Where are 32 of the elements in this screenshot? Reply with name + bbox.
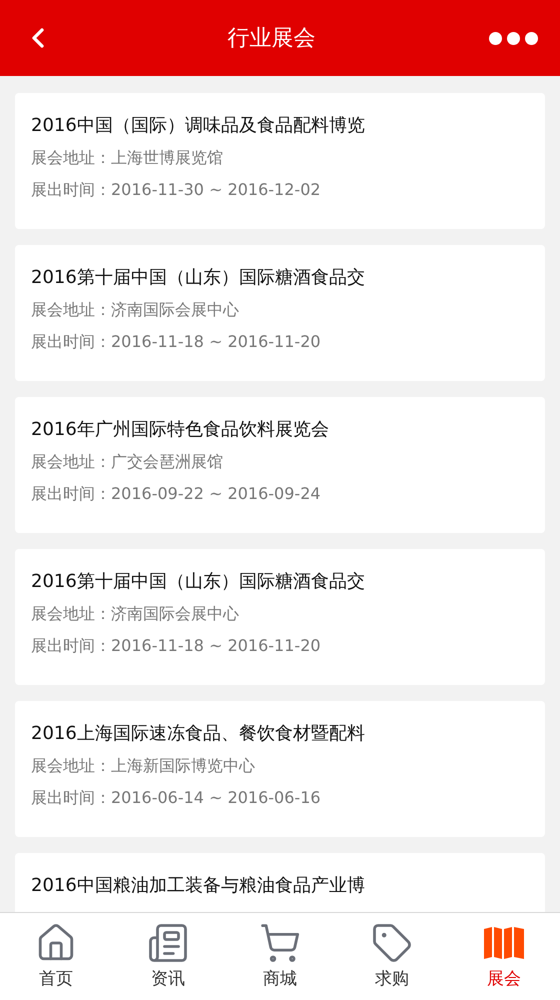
exhibition-time: 展出时间：2016-11-30 ~ 2016-12-02 — [31, 179, 322, 201]
page-title: 行业展会 — [228, 24, 316, 52]
nav-tab[interactable]: 商城 — [224, 913, 336, 1000]
exhibition-card[interactable]: 2016中国粮油加工装备与粮油食品产业博 — [15, 853, 545, 912]
nav-tab[interactable]: 求购 — [336, 913, 448, 1000]
exhibition-address: 展会地址：济南国际会展中心 — [31, 299, 240, 321]
exhibition-time: 展出时间：2016-11-18 ~ 2016-11-20 — [31, 635, 322, 657]
exhibition-time: 展出时间：2016-09-22 ~ 2016-09-24 — [31, 483, 322, 505]
exhibition-title: 2016中国（国际）调味品及食品配料博览 — [31, 114, 366, 138]
exhibition-address: 展会地址：上海新国际博览中心 — [31, 755, 256, 777]
exhibition-card[interactable]: 2016年广州国际特色食品饮料展览会 展会地址：广交会琶洲展馆 展出时间：2016-09-22 ~ 2016-09-24 — [15, 397, 545, 533]
cart-icon — [259, 922, 301, 964]
exhibition-card[interactable]: 2016中国（国际）调味品及食品配料博览 展会地址：上海世博展览馆 展出时间：2016-11-30 ~ 2016-12-02 — [15, 93, 545, 229]
nav-tab[interactable]: 资讯 — [112, 913, 224, 1000]
exhibition-address: 展会地址：济南国际会展中心 — [31, 603, 240, 625]
exhibition-card[interactable]: 2016第十届中国（山东）国际糖酒食品交 展会地址：济南国际会展中心 展出时间：2016-11-18 ~ 2016-11-20 — [15, 549, 545, 685]
map-icon — [484, 926, 524, 960]
nav-tab[interactable]: 展会 — [448, 913, 560, 1000]
exhibition-card[interactable]: 2016第十届中国（山东）国际糖酒食品交 展会地址：济南国际会展中心 展出时间：2016-11-18 ~ 2016-11-20 — [15, 245, 545, 381]
exhibition-title: 2016上海国际速冻食品、餐饮食材暨配料 — [31, 722, 366, 746]
exhibition-time: 展出时间：2016-11-18 ~ 2016-11-20 — [31, 331, 322, 353]
exhibition-title: 2016第十届中国（山东）国际糖酒食品交 — [31, 266, 366, 290]
exhibition-time: 展出时间：2016-06-14 ~ 2016-06-16 — [31, 787, 322, 809]
exhibition-title: 2016中国粮油加工装备与粮油食品产业博 — [31, 874, 366, 898]
newspaper-icon — [147, 922, 189, 964]
exhibition-title: 2016第十届中国（山东）国际糖酒食品交 — [31, 570, 366, 594]
exhibition-title: 2016年广州国际特色食品饮料展览会 — [31, 418, 330, 442]
tag-icon — [371, 922, 413, 964]
exhibition-card[interactable]: 2016上海国际速冻食品、餐饮食材暨配料 展会地址：上海新国际博览中心 展出时间：2016-06-14 ~ 2016-06-16 — [15, 701, 545, 837]
exhibition-address: 展会地址：上海世博展览馆 — [31, 147, 224, 169]
exhibition-address: 展会地址：广交会琶洲展馆 — [31, 451, 224, 473]
nav-tab[interactable]: 首页 — [0, 913, 112, 1000]
